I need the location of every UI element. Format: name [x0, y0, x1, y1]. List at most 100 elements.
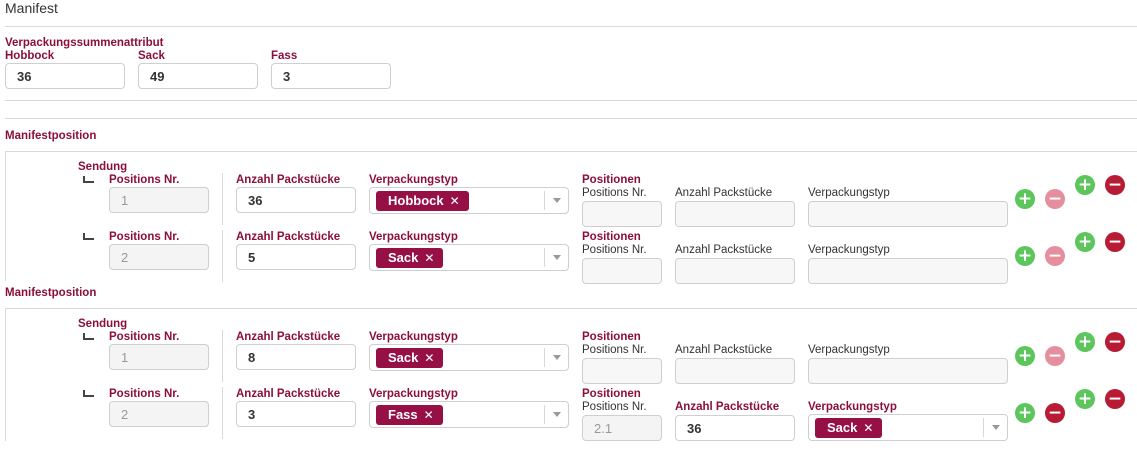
sub-positions-nr-field[interactable]: 2.1	[582, 415, 662, 441]
anzahl-field[interactable]: 8	[236, 344, 356, 370]
add-position-icon[interactable]: +	[1075, 389, 1095, 409]
sub-verpackungstyp-label: Verpackungstyp	[808, 344, 890, 356]
sub-verpackungstyp-select[interactable]: Sack ✕	[808, 414, 1008, 441]
sub-verpackungstyp-field[interactable]	[808, 201, 1008, 227]
tree-branch-icon	[83, 233, 94, 240]
remove-subposition-icon[interactable]: −	[1045, 403, 1065, 423]
selected-tag: Sack ✕	[815, 417, 883, 438]
sub-positions-nr-label: Positions Nr.	[582, 187, 647, 199]
dropdown-toggle[interactable]	[544, 248, 568, 267]
verpackungstyp-label: Verpackungstyp	[369, 231, 458, 243]
dropdown-toggle[interactable]	[544, 191, 568, 210]
sub-anzahl-field[interactable]	[675, 201, 795, 227]
dropdown-toggle[interactable]	[983, 418, 1007, 437]
add-subposition-icon[interactable]: +	[1015, 189, 1035, 209]
page-title: Manifest	[5, 0, 58, 16]
verpackungstyp-select[interactable]: Fass ✕	[369, 401, 569, 428]
divider	[5, 151, 1137, 152]
positionen-label: Positionen	[582, 331, 641, 343]
sub-anzahl-field[interactable]	[675, 358, 795, 384]
positions-nr-field[interactable]: 2	[109, 401, 209, 427]
tag-label: Fass	[388, 407, 418, 422]
sub-anzahl-label: Anzahl Packstücke	[675, 244, 773, 256]
sub-positions-nr-field[interactable]	[582, 358, 662, 384]
positions-nr-field[interactable]: 1	[109, 187, 209, 213]
sub-anzahl-label: Anzahl Packstücke	[675, 187, 773, 199]
sub-positions-nr-label: Positions Nr.	[582, 401, 647, 413]
anzahl-label: Anzahl Packstücke	[236, 331, 341, 343]
sub-verpackungstyp-label: Verpackungstyp	[808, 244, 890, 256]
anzahl-field[interactable]: 3	[236, 401, 356, 427]
verpackungstyp-select[interactable]: Sack ✕	[369, 244, 569, 271]
anzahl-field[interactable]: 5	[236, 244, 356, 270]
tag-label: Sack	[827, 420, 858, 435]
positions-nr-field[interactable]: 2	[109, 244, 209, 270]
dropdown-toggle[interactable]	[544, 405, 568, 424]
tag-remove-icon[interactable]: ✕	[450, 194, 460, 208]
group-border	[5, 151, 6, 281]
sub-anzahl-field[interactable]: 36	[675, 415, 795, 441]
tag-label: Sack	[388, 250, 419, 265]
hobbock-sum-field[interactable]: 36	[5, 63, 125, 89]
add-position-icon[interactable]: +	[1075, 232, 1095, 252]
add-subposition-icon[interactable]: +	[1015, 346, 1035, 366]
summary-heading: Verpackungssummenattribut	[5, 37, 164, 49]
remove-subposition-icon[interactable]: −	[1045, 246, 1065, 266]
divider	[5, 26, 1137, 27]
tag-label: Hobbock	[388, 193, 444, 208]
chevron-down-icon	[552, 355, 561, 360]
remove-position-icon[interactable]: −	[1105, 175, 1125, 195]
sub-verpackungstyp-field[interactable]	[808, 358, 1008, 384]
add-position-icon[interactable]: +	[1075, 175, 1095, 195]
chevron-down-icon	[552, 412, 561, 417]
tag-remove-icon[interactable]: ✕	[863, 421, 873, 435]
tree-branch-icon	[83, 333, 94, 340]
divider	[5, 308, 1137, 309]
remove-subposition-icon[interactable]: −	[1045, 346, 1065, 366]
add-position-icon[interactable]: +	[1075, 332, 1095, 352]
sendung-label: Sendung	[78, 318, 128, 330]
sub-anzahl-label: Anzahl Packstücke	[675, 344, 773, 356]
manifestposition-heading: Manifestposition	[5, 287, 97, 299]
verpackungstyp-label: Verpackungstyp	[369, 331, 458, 343]
tag-remove-icon[interactable]: ✕	[424, 251, 434, 265]
positions-nr-label: Positions Nr.	[109, 231, 180, 243]
divider	[5, 118, 1137, 119]
tag-remove-icon[interactable]: ✕	[424, 408, 434, 422]
column-divider	[222, 387, 223, 439]
fass-sum-field[interactable]: 3	[271, 63, 391, 89]
positions-nr-label: Positions Nr.	[109, 388, 180, 400]
chevron-down-icon	[552, 255, 561, 260]
anzahl-field[interactable]: 36	[236, 187, 356, 213]
add-subposition-icon[interactable]: +	[1015, 403, 1035, 423]
sub-anzahl-field[interactable]	[675, 258, 795, 284]
tag-label: Sack	[388, 350, 419, 365]
column-divider	[222, 230, 223, 282]
selected-tag: Fass ✕	[376, 404, 443, 425]
sub-positions-nr-label: Positions Nr.	[582, 244, 647, 256]
remove-position-icon[interactable]: −	[1105, 389, 1125, 409]
sub-verpackungstyp-label: Verpackungstyp	[808, 187, 890, 199]
remove-position-icon[interactable]: −	[1105, 232, 1125, 252]
positionen-label: Positionen	[582, 174, 641, 186]
sub-verpackungstyp-field[interactable]	[808, 258, 1008, 284]
remove-subposition-icon[interactable]: −	[1045, 189, 1065, 209]
positions-nr-field[interactable]: 1	[109, 344, 209, 370]
selected-tag: Sack ✕	[376, 347, 444, 368]
positions-nr-label: Positions Nr.	[109, 174, 180, 186]
add-subposition-icon[interactable]: +	[1015, 246, 1035, 266]
manifestposition-heading: Manifestposition	[5, 130, 97, 142]
sub-positions-nr-field[interactable]	[582, 258, 662, 284]
verpackungstyp-select[interactable]: Sack ✕	[369, 344, 569, 371]
sub-verpackungstyp-label: Verpackungstyp	[808, 401, 897, 413]
tree-branch-icon	[83, 390, 94, 397]
dropdown-toggle[interactable]	[544, 348, 568, 367]
verpackungstyp-select[interactable]: Hobbock ✕	[369, 187, 569, 214]
sub-positions-nr-field[interactable]	[582, 201, 662, 227]
chevron-down-icon	[991, 425, 1000, 430]
tree-branch-icon	[83, 176, 94, 183]
sack-sum-field[interactable]: 49	[138, 63, 258, 89]
remove-position-icon[interactable]: −	[1105, 332, 1125, 352]
selected-tag: Sack ✕	[376, 247, 444, 268]
tag-remove-icon[interactable]: ✕	[424, 351, 434, 365]
